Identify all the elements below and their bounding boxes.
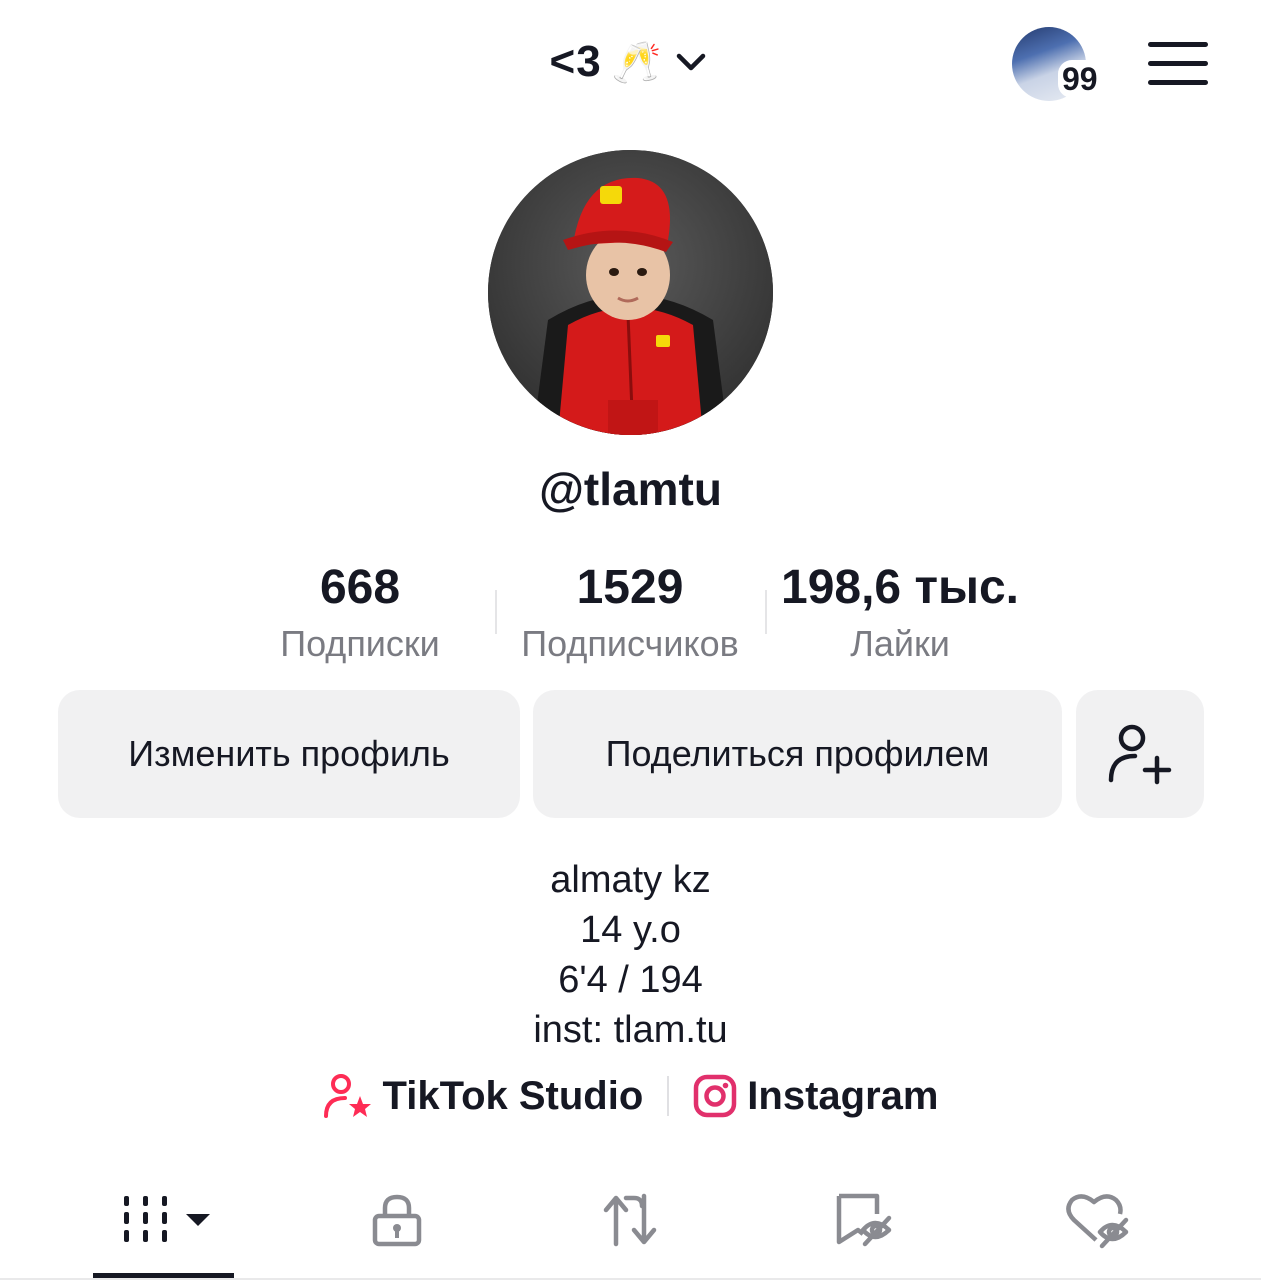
videos-grid-icon — [124, 1196, 210, 1242]
likes-count: 198,6 тыс. — [781, 561, 1019, 614]
share-profile-button[interactable]: Поделиться профилем — [533, 690, 1062, 818]
bio-line: almaty kz — [550, 859, 711, 901]
followers-label: Подписчиков — [521, 623, 739, 664]
champagne-emoji: 🥂 — [611, 40, 662, 85]
username: @tlamtu — [539, 463, 722, 515]
bio-line: inst: tlam.tu — [533, 1009, 728, 1051]
followers-count: 1529 — [576, 561, 684, 614]
bio-line: 14 y.o — [580, 909, 681, 951]
stat-following[interactable]: 668 Подписки — [260, 560, 460, 666]
profile-avatar[interactable] — [488, 150, 773, 435]
following-count: 668 — [319, 561, 401, 614]
stat-divider — [765, 590, 767, 634]
stat-divider — [495, 590, 497, 634]
link-divider — [667, 1076, 670, 1116]
tiktok-studio-link[interactable]: TikTok Studio — [323, 1072, 644, 1120]
stat-likes[interactable]: 198,6 тыс. Лайки — [770, 560, 1030, 666]
share-profile-label: Поделиться профилем — [605, 733, 990, 774]
following-label: Подписки — [280, 623, 440, 664]
avatar-image — [488, 150, 773, 435]
lock-icon — [372, 1194, 422, 1247]
tab-private[interactable] — [357, 1190, 437, 1250]
instagram-icon — [694, 1074, 737, 1118]
edit-profile-label: Изменить профиль — [128, 733, 450, 774]
chevron-down-icon — [677, 53, 706, 71]
studio-icon — [323, 1074, 371, 1118]
edit-profile-button[interactable]: Изменить профиль — [58, 690, 520, 818]
studio-label: TikTok Studio — [382, 1073, 644, 1118]
story-count-badge: 99 — [1058, 60, 1102, 98]
tab-videos[interactable] — [118, 1190, 218, 1250]
add-user-icon — [1108, 724, 1172, 785]
liked-hidden-icon — [1066, 1194, 1129, 1249]
bookmark-hidden-icon — [836, 1193, 892, 1247]
tab-liked[interactable] — [1057, 1190, 1137, 1250]
tab-reposts[interactable] — [590, 1190, 670, 1250]
bio: almaty kz 14 y.o 6'4 / 194 inst: tlam.tu — [0, 855, 1261, 1055]
account-title: <3 — [549, 37, 602, 86]
instagram-link[interactable]: Instagram — [693, 1074, 938, 1119]
bio-line: 6'4 / 194 — [558, 959, 703, 1001]
profile-links: TikTok Studio Instagram — [0, 1072, 1261, 1120]
stat-followers[interactable]: 1529 Подписчиков — [500, 560, 760, 666]
menu-icon[interactable] — [1146, 38, 1210, 90]
repost-icon — [603, 1193, 657, 1247]
instagram-label: Instagram — [747, 1073, 939, 1118]
tab-favorites[interactable] — [823, 1190, 903, 1250]
add-friend-button[interactable] — [1076, 690, 1204, 818]
likes-label: Лайки — [850, 623, 950, 664]
